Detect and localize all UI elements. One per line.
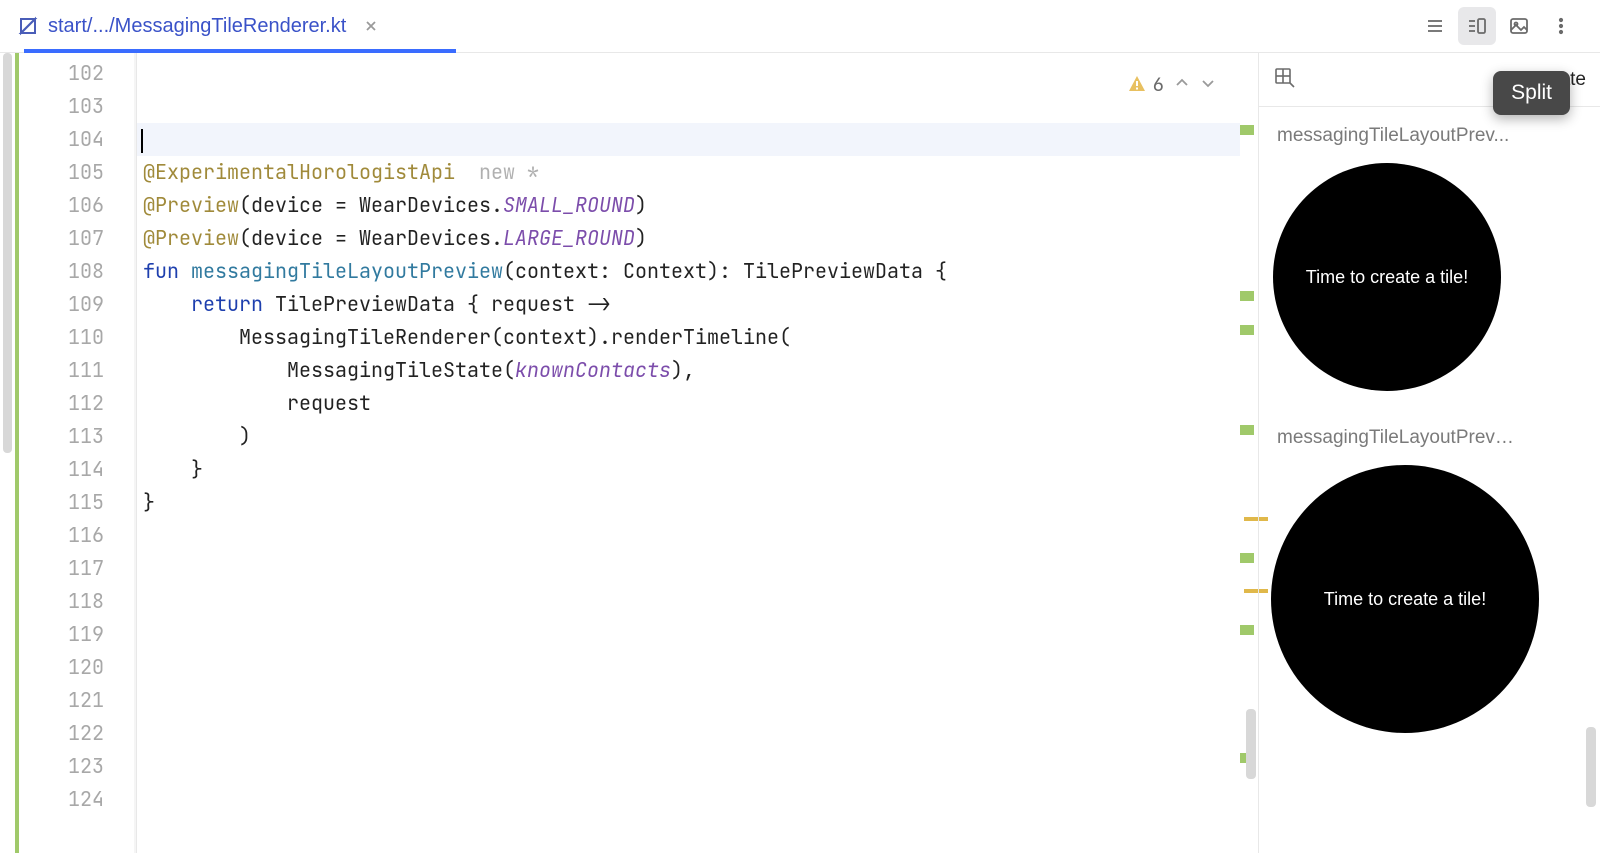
- code-line[interactable]: [137, 717, 1240, 750]
- code-line[interactable]: [137, 90, 1240, 123]
- line-number: 109: [19, 288, 104, 321]
- close-tab-icon[interactable]: [362, 17, 380, 35]
- preview-label: messagingTileLayoutPrev...: [1277, 125, 1517, 147]
- line-number: 123: [19, 750, 104, 783]
- code-line[interactable]: [137, 618, 1240, 651]
- line-number: 104: [19, 123, 104, 156]
- line-number: 120: [19, 651, 104, 684]
- error-stripe[interactable]: [1240, 53, 1258, 853]
- code-line[interactable]: MessagingTileRenderer(context).renderTim…: [137, 321, 1240, 354]
- line-number: 119: [19, 618, 104, 651]
- code-line[interactable]: [137, 783, 1240, 816]
- line-number: 107: [19, 222, 104, 255]
- split-tooltip: Split: [1493, 71, 1570, 115]
- line-number: 124: [19, 783, 104, 816]
- code-line[interactable]: [137, 552, 1240, 585]
- file-tab[interactable]: start/.../MessagingTileRenderer.kt: [0, 0, 398, 52]
- view-mode-split-icon[interactable]: [1458, 7, 1496, 45]
- watch-face-preview[interactable]: Time to create a tile!: [1271, 465, 1539, 733]
- code-line[interactable]: }: [137, 453, 1240, 486]
- preview-label: messagingTileLayoutPreview: [1277, 427, 1517, 449]
- problems-indicator[interactable]: 6: [1127, 71, 1216, 97]
- line-number: 118: [19, 585, 104, 618]
- watch-face-preview[interactable]: Time to create a tile!: [1273, 163, 1501, 391]
- kotlin-file-icon: [18, 16, 38, 36]
- preview-layout-icon[interactable]: [1273, 66, 1295, 93]
- tab-bar: start/.../MessagingTileRenderer.kt: [0, 0, 1600, 53]
- line-number: 106: [19, 189, 104, 222]
- problems-prev-icon[interactable]: [1174, 71, 1190, 97]
- preview-item[interactable]: messagingTileLayoutPreviewTime to create…: [1277, 427, 1600, 733]
- problems-count: 6: [1153, 72, 1164, 97]
- line-number: 115: [19, 486, 104, 519]
- code-line[interactable]: [137, 57, 1240, 90]
- code-line[interactable]: [137, 750, 1240, 783]
- code-line[interactable]: ): [137, 420, 1240, 453]
- line-number: 105: [19, 156, 104, 189]
- code-line[interactable]: [137, 585, 1240, 618]
- view-mode-design-icon[interactable]: [1500, 7, 1538, 45]
- code-line[interactable]: [137, 519, 1240, 552]
- preview-scrollbar[interactable]: [1586, 727, 1596, 807]
- line-number: 102: [19, 57, 104, 90]
- code-line[interactable]: fun messagingTileLayoutPreview(context: …: [137, 255, 1240, 288]
- code-line[interactable]: return TilePreviewData { request ->: [137, 288, 1240, 321]
- code-line[interactable]: [137, 684, 1240, 717]
- left-scrollbar[interactable]: [0, 53, 15, 853]
- line-number: 111: [19, 354, 104, 387]
- code-line[interactable]: }: [137, 486, 1240, 519]
- line-number: 121: [19, 684, 104, 717]
- problems-next-icon[interactable]: [1200, 71, 1216, 97]
- line-number: 103: [19, 90, 104, 123]
- line-number: 108: [19, 255, 104, 288]
- file-tab-label: start/.../MessagingTileRenderer.kt: [48, 15, 346, 38]
- more-options-icon[interactable]: [1542, 7, 1580, 45]
- code-line[interactable]: request: [137, 387, 1240, 420]
- line-number: 113: [19, 420, 104, 453]
- preview-panel: ate Split messagingTileLayoutPrev...Time…: [1258, 53, 1600, 853]
- code-line[interactable]: @ExperimentalHorologistApi new *: [137, 156, 1240, 189]
- line-number: 116: [19, 519, 104, 552]
- preview-item[interactable]: messagingTileLayoutPrev...Time to create…: [1277, 125, 1600, 391]
- code-line[interactable]: @Preview(device = WearDevices.SMALL_ROUN…: [137, 189, 1240, 222]
- line-number: 110: [19, 321, 104, 354]
- line-number: 117: [19, 552, 104, 585]
- line-number: 122: [19, 717, 104, 750]
- preview-body[interactable]: messagingTileLayoutPrev... Time to create…: [1259, 107, 1600, 853]
- code-line[interactable]: MessagingTileState(knownContacts),: [137, 354, 1240, 387]
- line-number: 114: [19, 453, 104, 486]
- view-mode-code-icon[interactable]: [1416, 7, 1454, 45]
- code-line[interactable]: @Preview(device = WearDevices.LARGE_ROUN…: [137, 222, 1240, 255]
- code-area[interactable]: 6 @ExperimentalHorologistApi new *@Previ…: [137, 53, 1240, 853]
- code-editor[interactable]: 1021031041051061071081091101111121131141…: [0, 53, 1258, 853]
- code-line[interactable]: [137, 651, 1240, 684]
- line-number: 112: [19, 387, 104, 420]
- line-numbers: 1021031041051061071081091101111121131141…: [19, 53, 134, 853]
- code-line[interactable]: [137, 123, 1240, 156]
